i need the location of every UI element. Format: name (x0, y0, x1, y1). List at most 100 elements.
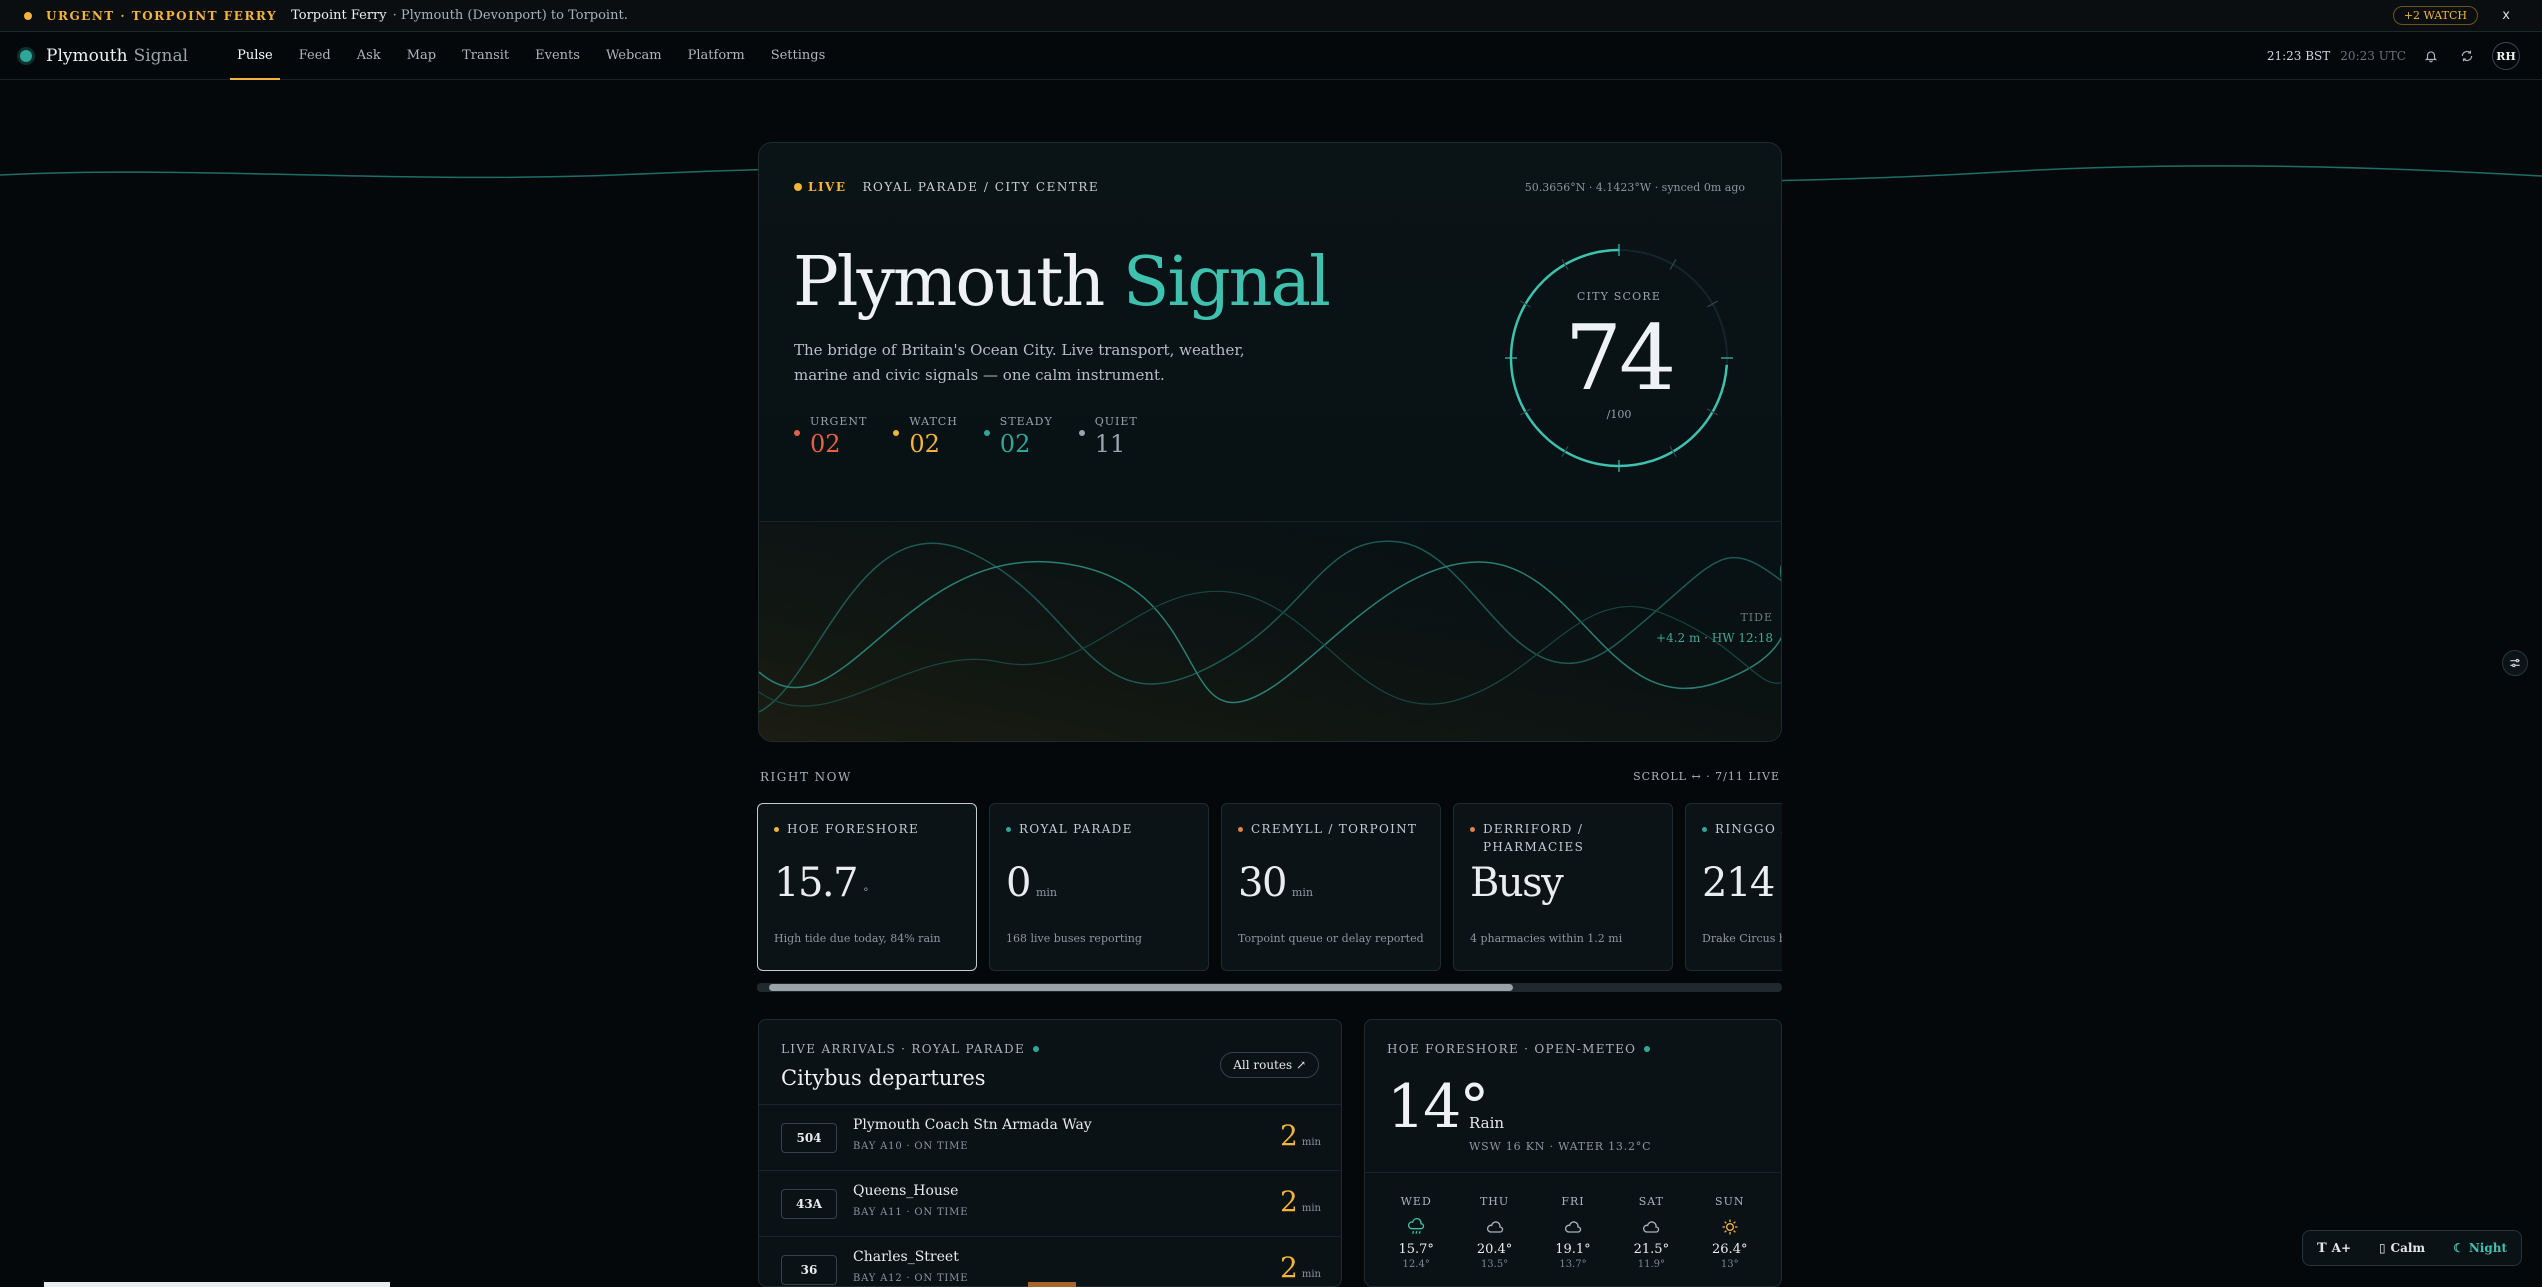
day-name: SAT (1638, 1195, 1664, 1208)
departure-eta: 2 min (1280, 1119, 1321, 1152)
signal-stats: URGENT 02 WATCH 02 STEADY 02 QUIET 11 (794, 415, 1138, 458)
cloud-icon (1619, 1214, 1683, 1240)
moon-icon: ☾ (2453, 1241, 2464, 1255)
tide-wave-chart (759, 522, 1781, 741)
tab-transit[interactable]: Transit (449, 32, 522, 80)
card-value: 30 min (1238, 860, 1313, 906)
departure-row[interactable]: 504 Plymouth Coach Stn Armada Way BAY A10 … (759, 1104, 1341, 1170)
departure-eta: 2 min (1280, 1185, 1321, 1218)
card-dot-icon (1470, 827, 1475, 832)
stat-value: 02 (909, 430, 940, 458)
calm-label: Calm (2390, 1241, 2426, 1255)
brand-main: Plymouth (46, 45, 128, 66)
day-high: 21.5° (1633, 1242, 1670, 1257)
card-unit: min (1291, 886, 1313, 899)
score-max: /100 (1606, 408, 1632, 421)
coords: 50.3656°N · 4.1423°W · synced 0m ago (1524, 181, 1745, 194)
card-dot-icon (774, 827, 779, 832)
day-high: 20.4° (1476, 1242, 1513, 1257)
departure-destination: Charles_Street (853, 1249, 959, 1265)
live-label: LIVE (808, 180, 847, 194)
hero-panel: LIVE ROYAL PARADE / CITY CENTRE 50.3656°… (758, 142, 1782, 742)
live-location: ROYAL PARADE / CITY CENTRE (862, 180, 1100, 194)
text-size-button[interactable]: T A+ (2317, 1241, 2351, 1256)
brand-logo[interactable]: Plymouth Signal (20, 46, 188, 66)
card-dot-icon (1006, 827, 1011, 832)
page-scroll-indicator (44, 1282, 390, 1287)
card-header: RINGGO ZONES (1702, 820, 1782, 838)
refresh-icon[interactable] (2456, 45, 2478, 67)
text-size-icon: T (2316, 1240, 2327, 1256)
departure-destination: Plymouth Coach Stn Armada Way (853, 1117, 1092, 1133)
banner-route[interactable]: Torpoint Ferry (291, 8, 387, 23)
scrollbar-thumb[interactable] (769, 984, 1513, 991)
departure-row[interactable]: 43A Queens_House BAY A11 · ON TIME 2 min (759, 1170, 1341, 1236)
departure-meta: BAY A12 · ON TIME (853, 1273, 969, 1284)
tab-feed[interactable]: Feed (286, 32, 344, 80)
tab-ask[interactable]: Ask (344, 32, 394, 80)
card-value: 15.7 ° (774, 860, 869, 906)
live-dot-icon (794, 183, 802, 191)
card-note: Drake Circus busiest (1702, 932, 1782, 945)
card-title: HOE FORESHORE (787, 822, 920, 836)
stat-label: QUIET (1094, 415, 1138, 428)
day-high: 15.7° (1398, 1242, 1434, 1257)
scroll-hint: SCROLL ↔ · 7/11 LIVE (1633, 770, 1780, 783)
sliders-icon (2510, 658, 2520, 668)
stat-dot-icon (794, 430, 800, 436)
night-mode-button[interactable]: ☾ Night (2453, 1241, 2507, 1255)
hero-subtitle: The bridge of Britain's Ocean City. Live… (794, 341, 1245, 384)
stat-steady[interactable]: STEADY 02 (983, 415, 1053, 458)
tab-webcam[interactable]: Webcam (593, 32, 675, 80)
weather-condition: Rain (1469, 1114, 1505, 1132)
day-high: 26.4° (1712, 1242, 1748, 1257)
route-badge: 36 (781, 1255, 837, 1285)
eta-unit: min (1301, 1269, 1321, 1280)
status-card[interactable]: HOE FORESHORE 15.7 ° High tide due today, 8… (757, 803, 977, 971)
title-main: Plymouth (793, 243, 1105, 322)
tab-pulse[interactable]: Pulse (224, 32, 286, 80)
forecast-days: WED 15.7° 12.4° THU 20.4° 13.5° FRI 19.1° 13.7° S… (1365, 1195, 1781, 1270)
eta-value: 2 (1280, 1251, 1298, 1284)
forecast-day: SUN 26.4° 13° (1698, 1195, 1762, 1270)
bell-icon[interactable] (2420, 45, 2442, 67)
right-now-cards[interactable]: HOE FORESHORE 15.7 ° High tide due today, 8… (757, 803, 1782, 971)
stat-quiet[interactable]: QUIET 11 (1078, 415, 1138, 458)
banner-desc: · Plymouth (Devonport) to Torpoint. (392, 8, 628, 23)
watch-count-button[interactable]: +2 WATCH (2392, 6, 2478, 25)
weather-heading: HOE FORESHORE · OPEN-METEO (1387, 1042, 1651, 1056)
status-card[interactable]: RINGGO ZONES 214 Drake Circus busiest (1685, 803, 1782, 971)
calm-mode-button[interactable]: ▯ Calm (2379, 1241, 2425, 1255)
nav-right: 21:23 BST 20:23 UTC RH (2267, 42, 2520, 70)
day-low: 13.7° (1559, 1259, 1587, 1270)
clock-local: 21:23 BST (2266, 49, 2331, 63)
card-note: 4 pharmacies within 1.2 mi (1470, 932, 1623, 945)
day-name: WED (1400, 1195, 1432, 1208)
stat-watch[interactable]: WATCH 02 (893, 415, 957, 458)
day-high: 19.1° (1555, 1242, 1591, 1257)
departure-destination: Queens_House (853, 1183, 959, 1199)
tab-events[interactable]: Events (522, 32, 593, 80)
card-value-text: 30 (1238, 860, 1287, 906)
status-card[interactable]: DERRIFORD / PHARMACIES Busy 4 pharmacies w… (1453, 803, 1673, 971)
tab-map[interactable]: Map (394, 32, 449, 80)
avatar[interactable]: RH (2492, 42, 2520, 70)
score-value: 74 (1564, 306, 1677, 411)
status-card[interactable]: ROYAL PARADE 0 min 168 live buses reporting (989, 803, 1209, 971)
close-banner-button[interactable]: x (2502, 8, 2510, 23)
cards-scrollbar[interactable] (757, 983, 1782, 992)
stat-label: WATCH (909, 415, 958, 428)
tab-platform[interactable]: Platform (675, 32, 758, 80)
all-routes-button[interactable]: All routes ↗ (1220, 1052, 1319, 1078)
top-nav: Plymouth Signal Pulse Feed Ask Map Trans… (0, 32, 2542, 80)
tide-label: TIDE (1740, 611, 1773, 624)
filter-toggle-button[interactable] (2502, 650, 2528, 676)
tab-settings[interactable]: Settings (758, 32, 839, 80)
card-unit: ° (863, 886, 869, 899)
status-card[interactable]: CREMYLL / TORPOINT 30 min Torpoint queue or… (1221, 803, 1441, 971)
departures-title: Citybus departures (781, 1066, 986, 1090)
clock-utc: 20:23 UTC (2340, 49, 2406, 63)
stat-urgent[interactable]: URGENT 02 (794, 415, 867, 458)
departure-row[interactable]: 36 Charles_Street BAY A12 · ON TIME 2 min (759, 1236, 1341, 1286)
card-title: CREMYLL / TORPOINT (1251, 822, 1418, 836)
